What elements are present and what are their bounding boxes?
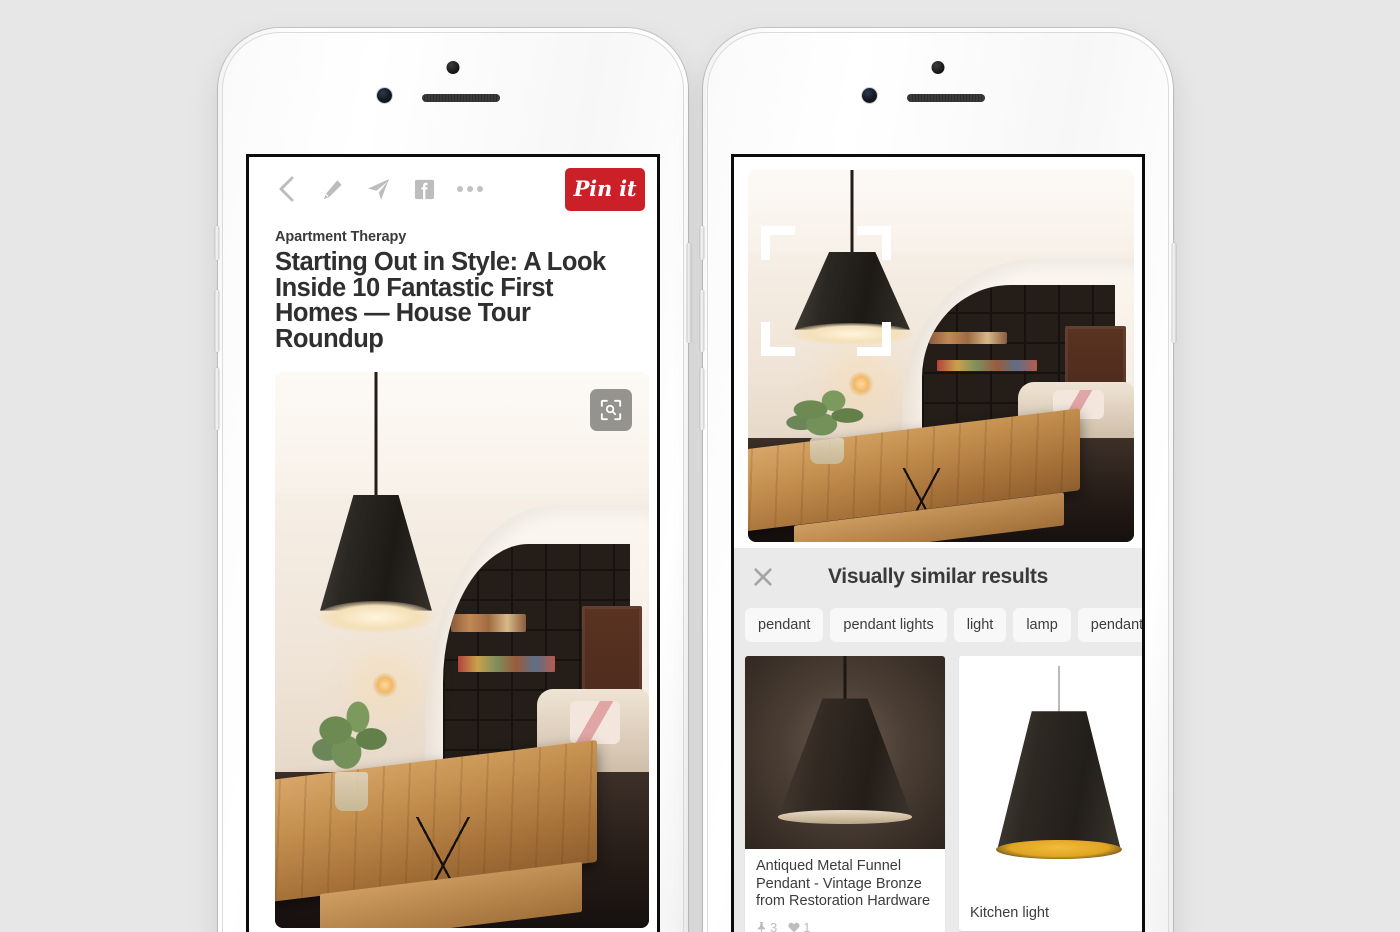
pendant-lamp-icon	[312, 372, 439, 694]
volume-up-button-right[interactable]	[700, 290, 704, 352]
tag-light[interactable]: light	[953, 608, 1007, 642]
phone-device-right: Visually similar results pendant pendant…	[700, 28, 1176, 932]
visual-search-photo[interactable]	[748, 170, 1134, 542]
room-scene-image	[275, 372, 649, 928]
more-icon[interactable]	[447, 167, 493, 211]
back-icon[interactable]	[263, 167, 309, 211]
front-camera-icon-left	[377, 88, 392, 103]
edit-pencil-icon[interactable]	[309, 167, 355, 211]
results-column-left: Antiqued Metal Funnel Pendant - Vintage …	[745, 656, 945, 932]
proximity-sensor-icon-right	[931, 61, 945, 74]
repin-stat: 3	[756, 920, 777, 932]
results-grid: Antiqued Metal Funnel Pendant - Vintage …	[734, 642, 1142, 932]
volume-down-button-left[interactable]	[215, 368, 219, 430]
result-card-stats: 3 1	[756, 920, 934, 932]
panel-title: Visually similar results	[827, 565, 1049, 588]
power-button-left[interactable]	[687, 243, 691, 343]
tag-pendant-lamps[interactable]: pendant lamps	[1077, 608, 1142, 642]
room-scene-image-right	[748, 170, 1134, 542]
visually-similar-panel: Visually similar results pendant pendant…	[734, 548, 1142, 932]
like-count: 1	[803, 919, 811, 932]
pendant-lamp-icon-right	[787, 170, 918, 386]
result-card[interactable]: Antiqued Metal Funnel Pendant - Vintage …	[745, 656, 945, 932]
repin-icon	[757, 921, 766, 932]
tag-pendant-lights[interactable]: pendant lights	[830, 608, 947, 642]
earpiece-speaker-left	[422, 94, 500, 102]
volume-up-button-left[interactable]	[215, 290, 219, 352]
result-card-image	[745, 656, 945, 849]
earpiece-speaker-right	[907, 94, 985, 102]
screen-right: Visually similar results pendant pendant…	[731, 154, 1145, 932]
result-card-title: Kitchen light	[970, 905, 1049, 921]
like-stat: 1	[788, 920, 810, 932]
tag-filter-list: pendant pendant lights light lamp pendan…	[734, 608, 1142, 642]
results-column-right: Kitchen light	[959, 656, 1142, 932]
result-card-body: Kitchen light	[959, 896, 1142, 931]
front-camera-icon-right	[862, 88, 877, 103]
repin-count: 3	[770, 919, 778, 932]
facebook-icon[interactable]	[401, 167, 447, 211]
ellipsis-icon	[457, 186, 483, 192]
close-icon[interactable]	[746, 560, 780, 594]
tag-pendant[interactable]: pendant	[745, 608, 824, 642]
visual-search-button[interactable]	[590, 389, 632, 431]
power-button-right[interactable]	[1172, 243, 1176, 343]
screen-left: Pin it Apartment Therapy Starting Out in…	[246, 154, 660, 932]
pin-photo[interactable]	[275, 372, 649, 928]
pin-source-label: Apartment Therapy	[275, 229, 407, 245]
phone-device-left: Pin it Apartment Therapy Starting Out in…	[215, 28, 691, 932]
pin-toolbar: Pin it	[249, 157, 657, 221]
pin-it-button[interactable]: Pin it	[565, 167, 645, 211]
result-card-title: Antiqued Metal Funnel Pendant - Vintage …	[756, 858, 931, 909]
silent-switch-left[interactable]	[215, 226, 219, 260]
visual-search-icon	[600, 399, 622, 421]
heart-icon	[788, 922, 800, 932]
volume-down-button-right[interactable]	[700, 368, 704, 430]
result-card-body: Antiqued Metal Funnel Pendant - Vintage …	[745, 849, 945, 932]
pin-title: Starting Out in Style: A Look Inside 10 …	[275, 248, 606, 353]
tag-lamp[interactable]: lamp	[1013, 608, 1071, 642]
screenshot-root: Pin it Apartment Therapy Starting Out in…	[0, 0, 1400, 932]
silent-switch-right[interactable]	[700, 226, 704, 260]
proximity-sensor-icon-left	[446, 61, 460, 74]
send-icon[interactable]	[355, 167, 401, 211]
result-card-image	[959, 656, 1142, 896]
result-card[interactable]: Kitchen light	[959, 656, 1142, 931]
panel-header: Visually similar results	[734, 548, 1142, 606]
